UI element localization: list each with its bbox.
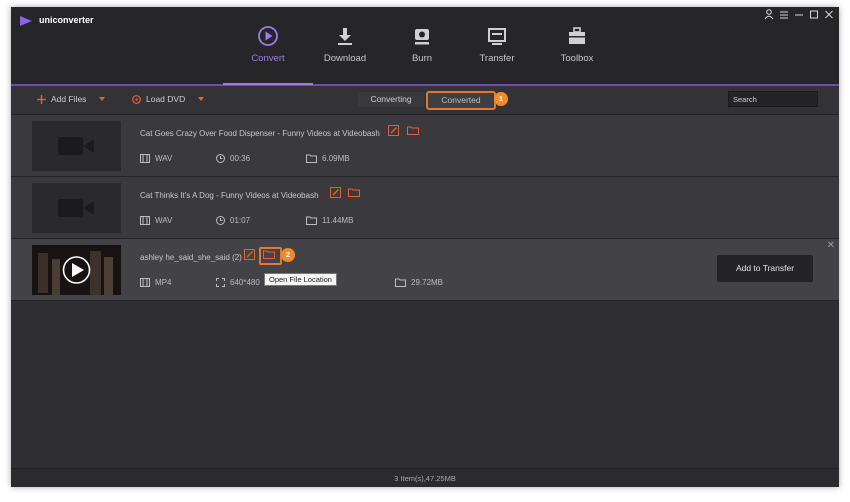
file-size: 29.72MB: [411, 278, 444, 287]
app-name: uniconverter: [39, 15, 94, 25]
file-format: MP4: [155, 278, 172, 287]
transfer-icon: [488, 28, 506, 45]
edit-icon[interactable]: [330, 187, 341, 198]
duration-meta: 01:07: [216, 216, 250, 225]
callout-badge-2: 2: [281, 248, 295, 262]
burn-icon: [415, 29, 429, 45]
folder-icon[interactable]: [263, 250, 275, 259]
tab-converting[interactable]: Converting: [358, 92, 424, 107]
plus-icon: [37, 94, 46, 104]
user-icon[interactable]: [764, 9, 774, 23]
nav-tab-burn[interactable]: Burn: [387, 25, 457, 83]
nav-tab-label: Download: [323, 53, 367, 64]
load-dvd-label: Load DVD: [146, 94, 186, 104]
app-logo-icon: [20, 16, 32, 26]
file-format: WAV: [155, 154, 173, 163]
format-meta: WAV: [140, 216, 172, 225]
close-icon[interactable]: ✕: [827, 240, 835, 251]
video-thumbnail: [32, 183, 121, 233]
app-window: uniconverter Convert Download Burn Trans…: [11, 7, 839, 487]
size-meta: 6.09MB: [306, 154, 350, 163]
nav-tab-label: Burn: [411, 53, 433, 64]
tab-converted[interactable]: Converted: [426, 91, 496, 110]
film-icon: [140, 216, 150, 225]
file-title: Cat Goes Crazy Over Food Dispenser - Fun…: [140, 129, 380, 138]
folder-icon[interactable]: [348, 188, 360, 197]
nav-tab-label: Toolbox: [560, 53, 594, 64]
chevron-down-icon[interactable]: [99, 97, 106, 101]
file-row[interactable]: Cat Thinks It's A Dog - Funny Videos at …: [11, 177, 839, 239]
video-thumbnail[interactable]: [32, 245, 121, 295]
add-files-button[interactable]: Add Files: [37, 94, 106, 104]
clock-icon: [216, 154, 225, 163]
download-icon: [338, 28, 352, 45]
edit-icon[interactable]: [244, 249, 255, 260]
video-camera-icon: [58, 199, 94, 217]
file-duration: 01:07: [230, 216, 251, 225]
file-row[interactable]: Cat Goes Crazy Over Food Dispenser - Fun…: [11, 115, 839, 177]
file-size: 6.09MB: [322, 154, 350, 163]
folder-icon[interactable]: [407, 126, 419, 135]
dvd-icon: [132, 94, 141, 104]
film-icon: [140, 278, 150, 287]
film-icon: [140, 154, 150, 163]
resolution-icon: [216, 278, 225, 287]
nav-tab-toolbox[interactable]: Toolbox: [542, 25, 612, 83]
resolution-meta: 640*480: [216, 278, 260, 287]
toolbar: Add Files Load DVD Converting Converted …: [11, 86, 839, 115]
toolbox-icon: [569, 27, 585, 44]
nav-tab-label: Convert: [251, 53, 285, 64]
video-camera-icon: [58, 137, 94, 155]
add-to-transfer-button[interactable]: Add to Transfer: [717, 255, 813, 282]
file-format: WAV: [155, 216, 173, 225]
clock-icon: [216, 216, 225, 225]
folder-icon: [306, 154, 317, 163]
folder-icon: [395, 278, 406, 287]
file-resolution: 640*480: [230, 278, 260, 287]
callout-badge-1: 1: [494, 92, 508, 106]
format-meta: MP4: [140, 278, 171, 287]
file-title: Cat Thinks It's A Dog - Funny Videos at …: [140, 191, 319, 200]
file-duration: 00:36: [230, 154, 251, 163]
add-files-label: Add Files: [51, 94, 87, 104]
tooltip: Open File Location: [264, 273, 337, 286]
edit-icon[interactable]: [388, 125, 399, 136]
folder-icon: [306, 216, 317, 225]
status-bar: 3 Item(s),47.25MB: [11, 468, 839, 487]
minimize-icon[interactable]: [794, 9, 804, 23]
file-size: 11.44MB: [322, 216, 354, 225]
nav-tab-transfer[interactable]: Transfer: [462, 25, 532, 83]
size-meta: 29.72MB: [395, 278, 443, 287]
duration-meta: 00:36: [216, 154, 250, 163]
load-dvd-button[interactable]: Load DVD: [132, 94, 205, 104]
search-input[interactable]: Search: [728, 91, 818, 107]
nav-tab-label: Transfer: [479, 53, 515, 64]
file-title: ashley he_said_she_said (2): [140, 253, 242, 262]
format-meta: WAV: [140, 154, 172, 163]
maximize-icon[interactable]: [809, 9, 819, 23]
video-frame-image: [32, 245, 121, 295]
video-thumbnail: [32, 121, 121, 171]
menu-icon[interactable]: [779, 9, 789, 23]
chevron-down-icon[interactable]: [198, 97, 205, 101]
nav-tab-download[interactable]: Download: [310, 25, 380, 83]
nav-tab-convert[interactable]: Convert: [223, 25, 313, 85]
size-meta: 11.44MB: [306, 216, 353, 225]
convert-icon: [258, 26, 278, 46]
close-icon[interactable]: [824, 9, 834, 23]
file-row[interactable]: ashley he_said_she_said (2) 2 MP4 640*48…: [11, 239, 839, 301]
title-bar: uniconverter Convert Download Burn Trans…: [11, 7, 839, 86]
